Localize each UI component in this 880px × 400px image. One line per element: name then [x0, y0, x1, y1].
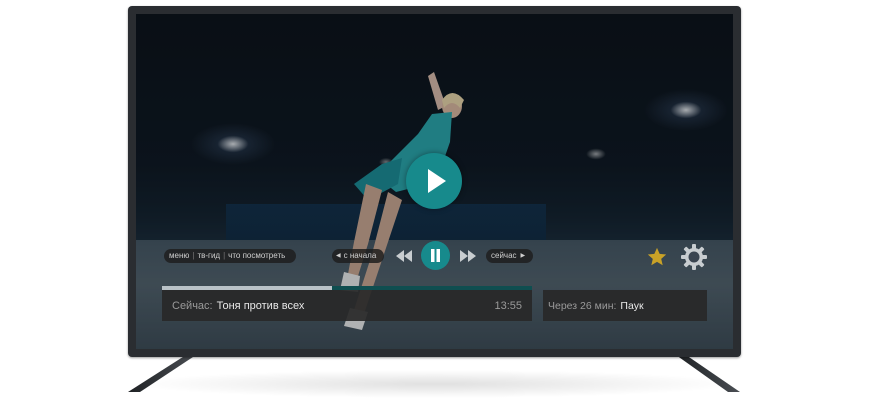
- now-playing-panel: Сейчас: Тоня против всех 13:55: [162, 290, 532, 321]
- restart-button[interactable]: ◀ с начала: [332, 249, 384, 263]
- now-playing-title: Тоня против всех: [216, 299, 305, 312]
- menu-item-what-to-watch[interactable]: что посмотреть: [228, 249, 285, 263]
- fast-forward-icon[interactable]: [459, 249, 477, 263]
- pause-button[interactable]: [421, 241, 450, 270]
- menu-separator: |: [223, 251, 226, 260]
- menu-bar: меню | тв-гид | что посмотреть: [164, 249, 296, 263]
- restart-label: с начала: [343, 251, 377, 260]
- triangle-right-icon: ▶: [520, 253, 526, 259]
- menu-item-menu[interactable]: меню: [169, 249, 189, 263]
- up-next-title: Паук: [620, 299, 644, 312]
- go-live-button[interactable]: сейчас ▶: [486, 249, 533, 263]
- up-next-panel[interactable]: Через 26 мин: Паук: [543, 290, 707, 321]
- now-playing-prefix: Сейчас:: [172, 299, 213, 312]
- gear-icon[interactable]: [680, 243, 708, 271]
- menu-separator: |: [192, 251, 195, 260]
- up-next-prefix: Через 26 мин:: [548, 299, 617, 312]
- menu-item-tv-guide[interactable]: тв-гид: [197, 249, 220, 263]
- play-button[interactable]: [406, 153, 462, 209]
- now-playing-time: 13:55: [494, 299, 522, 312]
- pause-icon: [431, 249, 440, 262]
- star-icon[interactable]: [646, 246, 668, 268]
- rewind-icon[interactable]: [395, 249, 413, 263]
- go-live-label: сейчас: [491, 251, 517, 260]
- play-icon: [428, 169, 446, 193]
- triangle-left-icon: ◀: [336, 253, 341, 259]
